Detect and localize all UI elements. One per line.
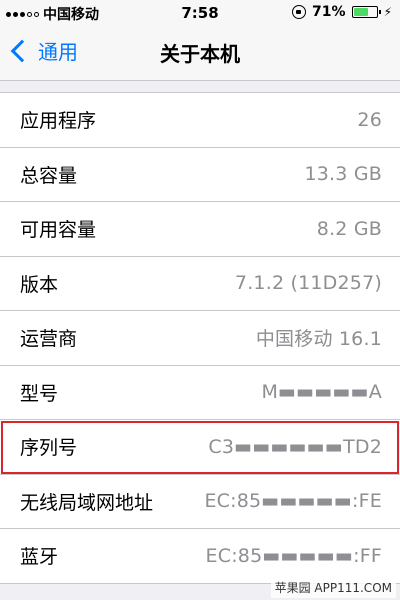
battery-percent: 71% [312,4,346,20]
row-label: 无线局域网地址 [20,491,154,514]
row-carrier[interactable]: 运营商 中国移动 16.1 [0,311,400,366]
rotation-lock-icon [292,5,307,19]
row-bluetooth: 蓝牙 EC:85▬▬▬▬▬:FF [0,529,400,584]
row-value: M▬▬▬▬▬A [261,381,382,404]
row-value: 13.3 GB [304,163,382,186]
row-label: 总容量 [20,164,78,187]
row-capacity: 总容量 13.3 GB [0,148,400,202]
row-value: EC:85▬▬▬▬▬:FE [204,490,382,513]
row-value: C3▬▬▬▬▬▬TD2 [208,435,382,458]
battery-fill [353,8,368,16]
row-label: 序列号 [20,437,78,460]
nav-bar: 通用 关于本机 [0,26,400,81]
row-value: 26 [357,108,382,131]
row-label: 运营商 [20,328,78,351]
row-label: 可用容量 [20,219,97,242]
row-apps: 应用程序 26 [0,93,400,148]
row-serial-number: 序列号 C3▬▬▬▬▬▬TD2 [0,420,400,475]
row-version: 版本 7.1.2 (11D257) [0,257,400,311]
row-label: 版本 [20,273,59,296]
row-wifi-address: 无线局域网地址 EC:85▬▬▬▬▬:FE [0,475,400,529]
row-model: 型号 M▬▬▬▬▬A [0,366,400,420]
about-list: 应用程序 26 总容量 13.3 GB 可用容量 8.2 GB 版本 7.1.2… [0,92,400,584]
status-right: 71% ⚡ [292,4,392,20]
row-value: 7.1.2 (11D257) [234,272,382,295]
page-title: 关于本机 [160,42,240,66]
row-value: 中国移动 16.1 [255,328,382,351]
row-available: 可用容量 8.2 GB [0,202,400,257]
battery-icon [351,6,381,18]
row-label: 应用程序 [20,110,97,133]
status-bar: 中国移动 7:58 71% ⚡ [0,0,400,26]
row-label: 蓝牙 [20,546,59,569]
row-value: EC:85▬▬▬▬▬:FF [205,544,382,567]
charging-bolt-icon: ⚡ [383,5,392,19]
watermark: 苹果园 APP111.COM [270,577,396,598]
row-value: 8.2 GB [316,217,382,240]
row-label: 型号 [20,382,59,405]
